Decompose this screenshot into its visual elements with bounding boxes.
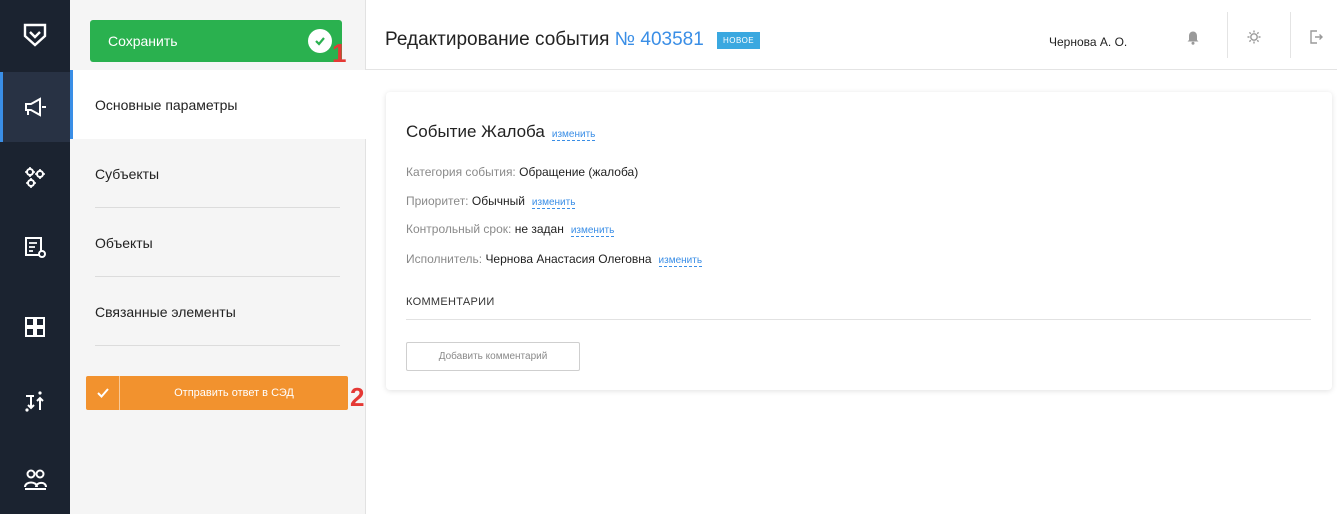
page-title: Редактирование события № 403581 <box>385 29 704 51</box>
bell-icon[interactable] <box>1183 27 1203 47</box>
executor-label: Исполнитель: <box>406 252 483 266</box>
deadline-label: Контрольный срок: <box>406 222 512 236</box>
check-circle-icon <box>308 29 332 53</box>
report-icon[interactable] <box>0 212 70 282</box>
icon-rail <box>0 0 70 514</box>
current-user[interactable]: Чернова А. О. <box>1049 35 1127 49</box>
edit-executor-link[interactable]: изменить <box>658 255 703 267</box>
callout-2: 2 <box>350 382 365 412</box>
event-number: № 403581 <box>614 29 704 50</box>
executor-value: Чернова Анастасия Олеговна <box>485 252 652 266</box>
event-title-text: Событие Жалоба <box>406 122 545 141</box>
event-card: Событие Жалоба изменить Категория события… <box>386 92 1332 390</box>
edit-deadline-link[interactable]: изменить <box>570 225 615 237</box>
category-row: Категория события: Обращение (жалоба) <box>406 165 638 179</box>
megaphone-icon[interactable] <box>0 72 70 142</box>
send-to-sed-button[interactable]: Отправить ответ в СЭД <box>86 376 348 410</box>
page-title-text: Редактирование события <box>385 29 610 50</box>
nav-item-label: Объекты <box>95 234 153 251</box>
executor-row: Исполнитель: Чернова Анастасия Олеговна и… <box>406 252 703 267</box>
logout-icon[interactable] <box>1306 27 1326 47</box>
comments-heading: КОММЕНТАРИИ <box>406 296 495 308</box>
nav-item-objects[interactable]: Объекты <box>70 208 366 277</box>
gear-icon[interactable] <box>1244 27 1264 47</box>
priority-row: Приоритет: Обычный изменить <box>406 194 576 209</box>
nav-item-related[interactable]: Связанные элементы <box>70 277 366 346</box>
nav-item-label: Субъекты <box>95 165 160 182</box>
header-divider <box>1290 12 1291 58</box>
deadline-value: не задан <box>514 222 564 236</box>
nav-item-label: Основные параметры <box>95 96 238 113</box>
callout-1: 1 <box>332 38 347 68</box>
status-badge: НОВОЕ <box>717 32 761 49</box>
nav-divider <box>95 345 340 346</box>
add-comment-button[interactable]: Добавить комментарий <box>406 342 580 371</box>
sort-icon[interactable] <box>0 366 70 436</box>
nav-item-label: Связанные элементы <box>95 303 236 320</box>
deadline-row: Контрольный срок: не задан изменить <box>406 222 615 237</box>
check-icon <box>86 376 120 410</box>
nav-item-subjects[interactable]: Субъекты <box>70 139 366 208</box>
gears-icon[interactable] <box>0 142 70 212</box>
priority-label: Приоритет: <box>406 194 469 208</box>
category-value: Обращение (жалоба) <box>519 165 639 179</box>
save-button[interactable]: Сохранить <box>90 20 342 62</box>
edit-type-link[interactable]: изменить <box>551 129 596 141</box>
category-label: Категория события: <box>406 165 516 179</box>
users-icon[interactable] <box>0 444 70 514</box>
event-title: Событие Жалоба изменить <box>406 122 596 142</box>
grid-icon[interactable] <box>0 292 70 362</box>
edit-priority-link[interactable]: изменить <box>531 197 576 209</box>
logo-shield-icon[interactable] <box>0 0 70 70</box>
header-divider <box>1227 12 1228 58</box>
priority-value: Обычный <box>471 194 525 208</box>
page-header: Редактирование события № 403581 НОВОЕ Че… <box>366 0 1337 70</box>
send-to-sed-label: Отправить ответ в СЭД <box>174 387 294 399</box>
save-button-label: Сохранить <box>108 33 178 49</box>
nav-item-main-params[interactable]: Основные параметры <box>70 70 366 139</box>
section-nav: Сохранить 1 Основные параметры Субъекты … <box>70 0 366 514</box>
comments-divider <box>406 319 1311 320</box>
